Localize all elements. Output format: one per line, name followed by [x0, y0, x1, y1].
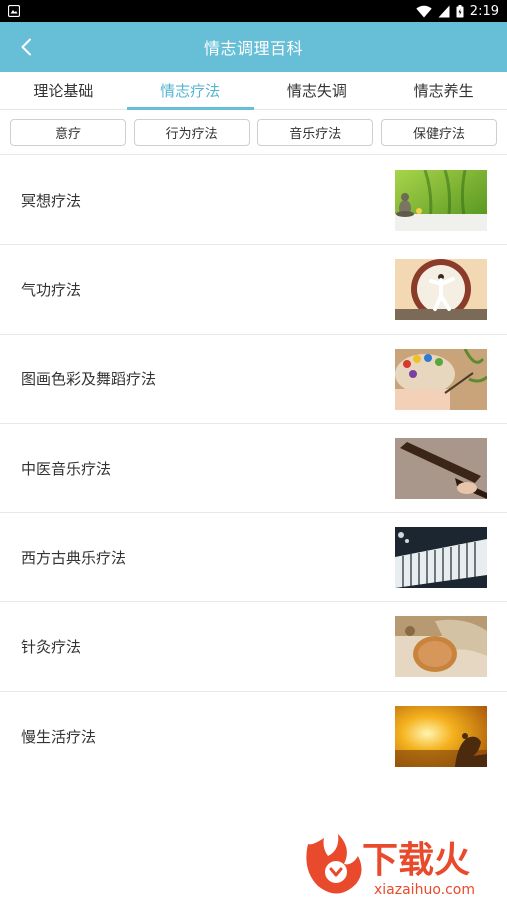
tab-theory-basics[interactable]: 理论基础	[0, 72, 127, 109]
battery-icon	[456, 4, 464, 17]
subcategory-filters: 意疗 行为疗法 音乐疗法 保健疗法	[0, 110, 507, 155]
watermark-domain: xiazaihuo.com	[374, 882, 475, 898]
slow-life-thumbnail	[395, 705, 487, 767]
painting-thumbnail	[395, 348, 487, 410]
filter-music-therapy[interactable]: 音乐疗法	[257, 118, 374, 146]
category-tabs: 理论基础 情志疗法 情志失调 情志养生	[0, 72, 507, 110]
watermark-logo: 下载火 xiazaihuo.com	[300, 830, 505, 900]
list-item-qigong[interactable]: 气功疗法	[0, 245, 507, 335]
wifi-icon	[416, 5, 432, 17]
meditation-thumbnail	[395, 170, 487, 231]
tcm-music-thumbnail	[395, 437, 487, 499]
tab-emotion-disorder[interactable]: 情志失调	[254, 72, 381, 109]
list-item-label: 西方古典乐疗法	[21, 548, 127, 567]
status-time: 2:19	[469, 3, 499, 19]
list-item-tcm-music[interactable]: 中医音乐疗法	[0, 424, 507, 514]
watermark-brand: 下载火	[362, 840, 470, 881]
list-item-slow-life[interactable]: 慢生活疗法	[0, 692, 507, 781]
back-button[interactable]	[10, 32, 42, 62]
notification-icon	[8, 5, 20, 17]
list-item-label: 气功疗法	[21, 280, 82, 299]
list-item-painting-dance[interactable]: 图画色彩及舞蹈疗法	[0, 335, 507, 424]
list-item-label: 针灸疗法	[21, 638, 82, 657]
list-item-acupuncture[interactable]: 针灸疗法	[0, 602, 507, 692]
list-item-label: 冥想疗法	[21, 191, 82, 210]
therapy-list: 冥想疗法 气功疗法 图画色彩及舞蹈疗法 中医音乐疗法 西方古典乐疗法 针灸疗法 …	[0, 156, 507, 781]
list-item-label: 慢生活疗法	[21, 727, 97, 746]
list-item-meditation[interactable]: 冥想疗法	[0, 156, 507, 246]
filter-behavior-therapy[interactable]: 行为疗法	[133, 118, 250, 146]
signal-icon	[438, 5, 450, 17]
acupuncture-thumbnail	[395, 616, 487, 678]
page-title: 情志调理百科	[203, 39, 303, 58]
app-bar: 情志调理百科	[0, 22, 507, 72]
back-arrow-icon	[21, 38, 31, 56]
tab-emotion-therapy[interactable]: 情志疗法	[126, 72, 254, 110]
list-item-label: 图画色彩及舞蹈疗法	[21, 370, 157, 389]
piano-thumbnail	[395, 527, 487, 589]
status-bar: 2:19	[0, 0, 507, 22]
qigong-thumbnail	[395, 259, 487, 321]
filter-health-therapy[interactable]: 保健疗法	[380, 118, 497, 146]
list-item-classical-music[interactable]: 西方古典乐疗法	[0, 513, 507, 603]
tab-emotion-wellness[interactable]: 情志养生	[380, 72, 507, 109]
list-item-label: 中医音乐疗法	[21, 459, 112, 478]
filter-mind-therapy[interactable]: 意疗	[10, 118, 126, 146]
